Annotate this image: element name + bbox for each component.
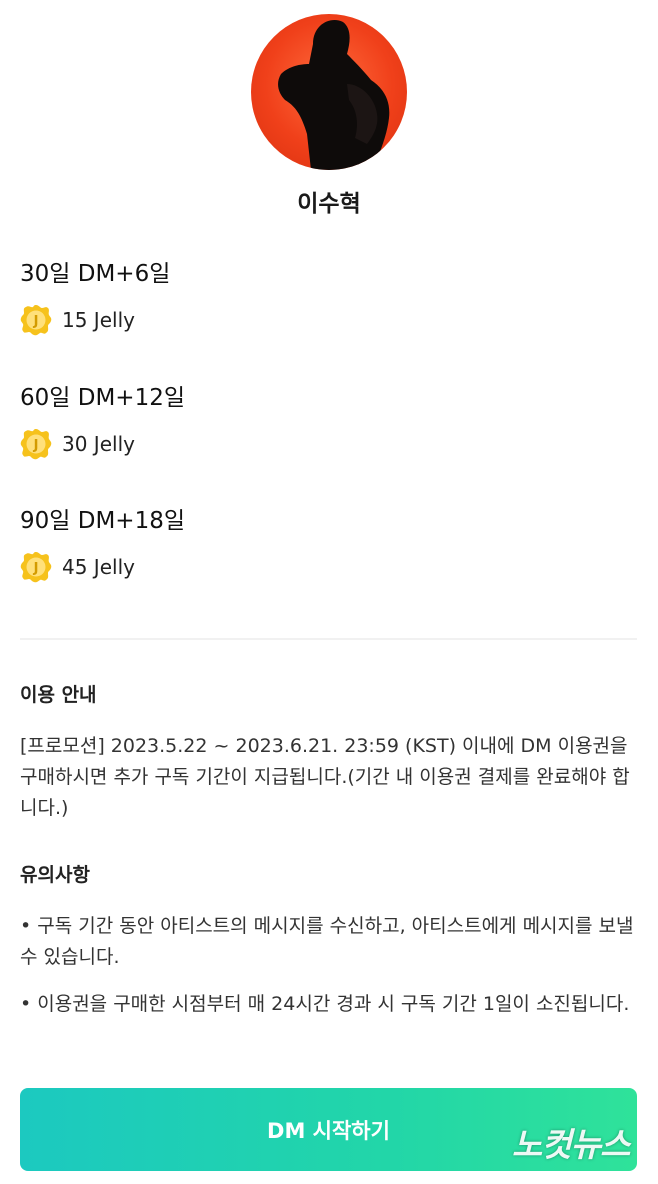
usage-info-body: [프로모션] 2023.5.22 ~ 2023.6.21. 23:59 (KST… — [20, 735, 630, 819]
note-item: • 구독 기간 동안 아티스트의 메시지를 수신하고, 아티스트에게 메시지를 … — [20, 915, 634, 968]
jelly-coin-icon: J — [20, 552, 52, 583]
plan-price: J 45 Jelly — [20, 552, 185, 583]
plan-price-label: 30 Jelly — [62, 432, 135, 456]
plan-title: 60일 DM+12일 — [20, 385, 185, 411]
watermark: 노컷뉴스 — [512, 1125, 630, 1164]
plan-price: J 30 Jelly — [20, 429, 185, 460]
plan-price-label: 45 Jelly — [62, 555, 135, 579]
artist-name: 이수혁 — [297, 191, 361, 217]
artist-avatar — [251, 14, 407, 170]
jelly-coin-icon: J — [20, 305, 52, 336]
usage-info-title: 이용 안내 — [20, 684, 97, 706]
section-divider — [20, 638, 637, 640]
notes-title: 유의사항 — [20, 864, 90, 886]
plan-option-60[interactable]: 60일 DM+12일 J 30 Jelly — [20, 383, 185, 460]
plan-title: 90일 DM+18일 — [20, 508, 185, 534]
plan-title: 30일 DM+6일 — [20, 261, 171, 287]
svg-text:J: J — [33, 561, 39, 576]
svg-text:J: J — [33, 438, 39, 453]
jelly-coin-icon: J — [20, 429, 52, 460]
plan-price-label: 15 Jelly — [62, 308, 135, 332]
plan-price: J 15 Jelly — [20, 305, 170, 336]
note-item: • 이용권을 구매한 시점부터 매 24시간 경과 시 구독 기간 1일이 소진… — [20, 993, 630, 1015]
artist-photo — [278, 20, 390, 170]
svg-text:J: J — [33, 314, 39, 329]
plan-option-30[interactable]: 30일 DM+6일 J 15 Jelly — [20, 259, 171, 336]
plan-option-90[interactable]: 90일 DM+18일 J 45 Jelly — [20, 506, 185, 583]
